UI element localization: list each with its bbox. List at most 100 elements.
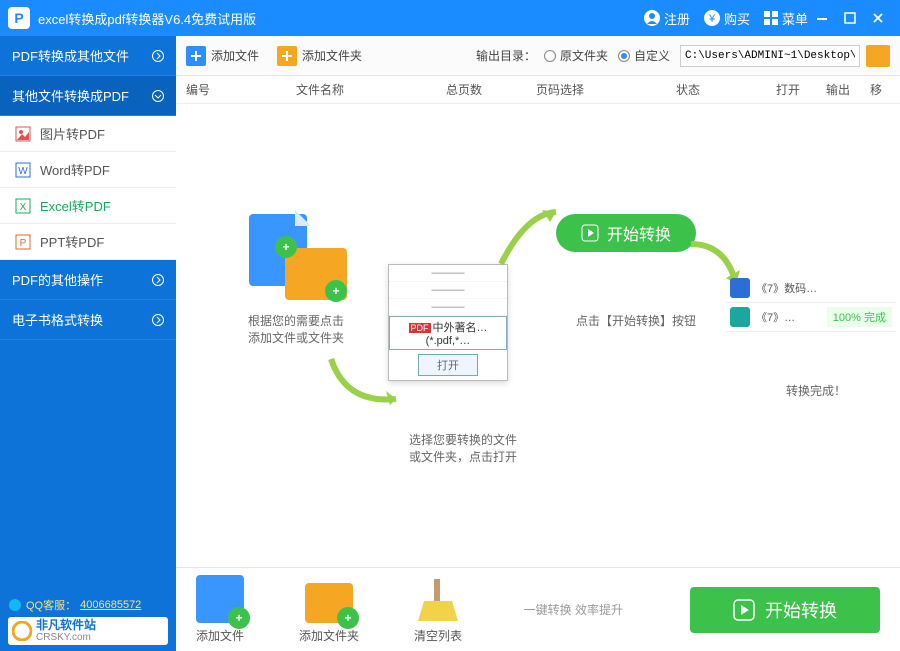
file-plus-icon: + xyxy=(196,575,244,623)
result-row-label: 《7》数码… xyxy=(756,280,817,296)
col-move: 移 xyxy=(870,81,890,98)
purchase-label: 购买 xyxy=(724,9,750,28)
file-filter-text: 中外著名… (*.pdf,*… xyxy=(426,322,488,347)
brand-cn: 非凡软件站 xyxy=(36,619,96,632)
bottom-add-file-button[interactable]: + 添加文件 xyxy=(196,575,244,644)
sidebar-item-label: PPT转PDF xyxy=(40,232,104,251)
radio-custom-label: 自定义 xyxy=(634,47,670,64)
col-seq: 编号 xyxy=(186,81,296,98)
chevron-down-icon xyxy=(152,90,164,102)
sidebar-cat-ebook-convert[interactable]: 电子书格式转换 xyxy=(0,300,176,340)
purchase-button[interactable]: ¥ 购买 xyxy=(704,9,750,28)
browse-folder-button[interactable] xyxy=(866,45,890,67)
sidebar-cat-other-to-pdf[interactable]: 其他文件转换成PDF xyxy=(0,76,176,116)
excel-icon: X xyxy=(14,197,32,215)
sidebar-cat-pdf-to-other[interactable]: PDF转换成其他文件 xyxy=(0,36,176,76)
start-convert-button[interactable]: 开始转换 xyxy=(690,587,880,633)
sidebar-item-ppt-to-pdf[interactable]: P PPT转PDF xyxy=(0,224,176,260)
sidebar-cat-pdf-other-ops[interactable]: PDF的其他操作 xyxy=(0,260,176,300)
tagline-text: 一键转换 效率提升 xyxy=(524,601,623,618)
register-label: 注册 xyxy=(664,9,690,28)
sidebar-cat-label: 其他文件转换成PDF xyxy=(12,86,129,105)
play-icon xyxy=(581,224,599,242)
coin-icon: ¥ xyxy=(704,10,720,26)
bottom-clear-button[interactable]: 清空列表 xyxy=(414,575,462,644)
step1-graphic: + + xyxy=(241,214,351,304)
result-list-graphic: 《7》数码… 《7》… 100% 完成 xyxy=(726,274,896,332)
sidebar-item-label: Word转PDF xyxy=(40,160,110,179)
guide-canvas: + + 根据您的需要点击 添加文件或文件夹 ————————— PDF中外著名…… xyxy=(176,104,900,567)
table-header-row: 编号 文件名称 总页数 页码选择 状态 打开 输出 移 xyxy=(176,76,900,104)
word-icon xyxy=(730,278,750,298)
sidebar-item-image-to-pdf[interactable]: 图片转PDF xyxy=(0,116,176,152)
qq-icon xyxy=(8,598,22,612)
file-dialog-graphic: ————————— PDF中外著名… (*.pdf,*… 打开 xyxy=(388,264,508,381)
menu-button[interactable]: 菜单 xyxy=(764,9,808,28)
user-icon xyxy=(644,10,660,26)
minimize-button[interactable] xyxy=(808,4,836,32)
guide-step-2: ————————— PDF中外著名… (*.pdf,*… 打开 选择您要转换的文… xyxy=(388,264,538,465)
done-tag: 100% 完成 xyxy=(827,307,892,327)
col-open: 打开 xyxy=(776,81,826,98)
dialog-open-button: 打开 xyxy=(418,354,478,376)
plus-file-icon xyxy=(186,46,206,66)
text-icon xyxy=(730,307,750,327)
chevron-right-icon xyxy=(152,314,164,326)
col-page-select: 页码选择 xyxy=(536,81,676,98)
svg-text:¥: ¥ xyxy=(708,13,716,25)
radio-original-label: 原文件夹 xyxy=(560,47,608,64)
plus-folder-icon xyxy=(277,46,297,66)
step2-caption: 选择您要转换的文件 或文件夹，点击打开 xyxy=(388,431,538,465)
qq-number: 4006685572 xyxy=(80,599,141,611)
add-folder-button[interactable]: 添加文件夹 xyxy=(277,46,362,66)
titlebar: P excel转换成pdf转换器V6.4免费试用版 注册 ¥ 购买 菜单 xyxy=(0,0,900,36)
close-icon xyxy=(872,12,884,24)
radio-custom-folder[interactable]: 自定义 xyxy=(618,47,670,64)
brand-en: CRSKY.com xyxy=(36,632,96,643)
window-title: excel转换成pdf转换器V6.4免费试用版 xyxy=(38,9,630,28)
app-logo-icon: P xyxy=(8,7,30,29)
sidebar: PDF转换成其他文件 其他文件转换成PDF 图片转PDF W Word转PDF … xyxy=(0,36,176,651)
col-pages: 总页数 xyxy=(446,81,536,98)
add-file-button[interactable]: 添加文件 xyxy=(186,46,259,66)
qq-support[interactable]: QQ客服： 4006685572 xyxy=(8,597,168,613)
bottom-clear-label: 清空列表 xyxy=(414,627,462,644)
register-button[interactable]: 注册 xyxy=(644,9,690,28)
ppt-icon: P xyxy=(14,233,32,251)
bottom-bar: + 添加文件 + 添加文件夹 清空列表 一键转换 效率提升 开始转 xyxy=(176,567,900,651)
bottom-add-folder-button[interactable]: + 添加文件夹 xyxy=(299,575,359,644)
word-icon: W xyxy=(14,161,32,179)
radio-original-folder[interactable]: 原文件夹 xyxy=(544,47,608,64)
output-dir-label: 输出目录： xyxy=(476,47,536,64)
sidebar-footer: QQ客服： 4006685572 非凡软件站 CRSKY.com xyxy=(0,591,176,651)
col-output: 输出 xyxy=(826,81,870,98)
add-file-label: 添加文件 xyxy=(211,47,259,64)
brand-icon xyxy=(12,621,32,641)
svg-text:X: X xyxy=(20,202,27,213)
output-path-input[interactable] xyxy=(680,45,860,67)
svg-text:P: P xyxy=(20,238,27,249)
maximize-button[interactable] xyxy=(836,4,864,32)
add-folder-label: 添加文件夹 xyxy=(302,47,362,64)
image-icon xyxy=(14,125,32,143)
sidebar-cat-label: 电子书格式转换 xyxy=(12,310,103,329)
toolbar: 添加文件 添加文件夹 输出目录： 原文件夹 自定义 xyxy=(176,36,900,76)
sidebar-item-label: Excel转PDF xyxy=(40,196,111,215)
bottom-add-folder-label: 添加文件夹 xyxy=(299,627,359,644)
main-panel: 添加文件 添加文件夹 输出目录： 原文件夹 自定义 编号 文件名称 总页数 页码… xyxy=(176,36,900,651)
step1-caption: 根据您的需要点击 添加文件或文件夹 xyxy=(226,312,366,346)
sidebar-item-excel-to-pdf[interactable]: X Excel转PDF xyxy=(0,188,176,224)
broom-icon xyxy=(414,575,462,623)
chevron-right-icon xyxy=(152,274,164,286)
folder-plus-icon: + xyxy=(305,575,353,623)
grid-icon xyxy=(764,11,778,25)
sidebar-item-label: 图片转PDF xyxy=(40,124,105,143)
sidebar-item-word-to-pdf[interactable]: W Word转PDF xyxy=(0,152,176,188)
result-row-label: 《7》… xyxy=(756,309,795,325)
step4-caption: 转换完成！ xyxy=(726,382,900,399)
sidebar-cat-label: PDF的其他操作 xyxy=(12,270,103,289)
guide-step-1: + + 根据您的需要点击 添加文件或文件夹 xyxy=(226,214,366,346)
close-button[interactable] xyxy=(864,4,892,32)
col-filename: 文件名称 xyxy=(296,81,446,98)
minimize-icon xyxy=(816,12,828,24)
